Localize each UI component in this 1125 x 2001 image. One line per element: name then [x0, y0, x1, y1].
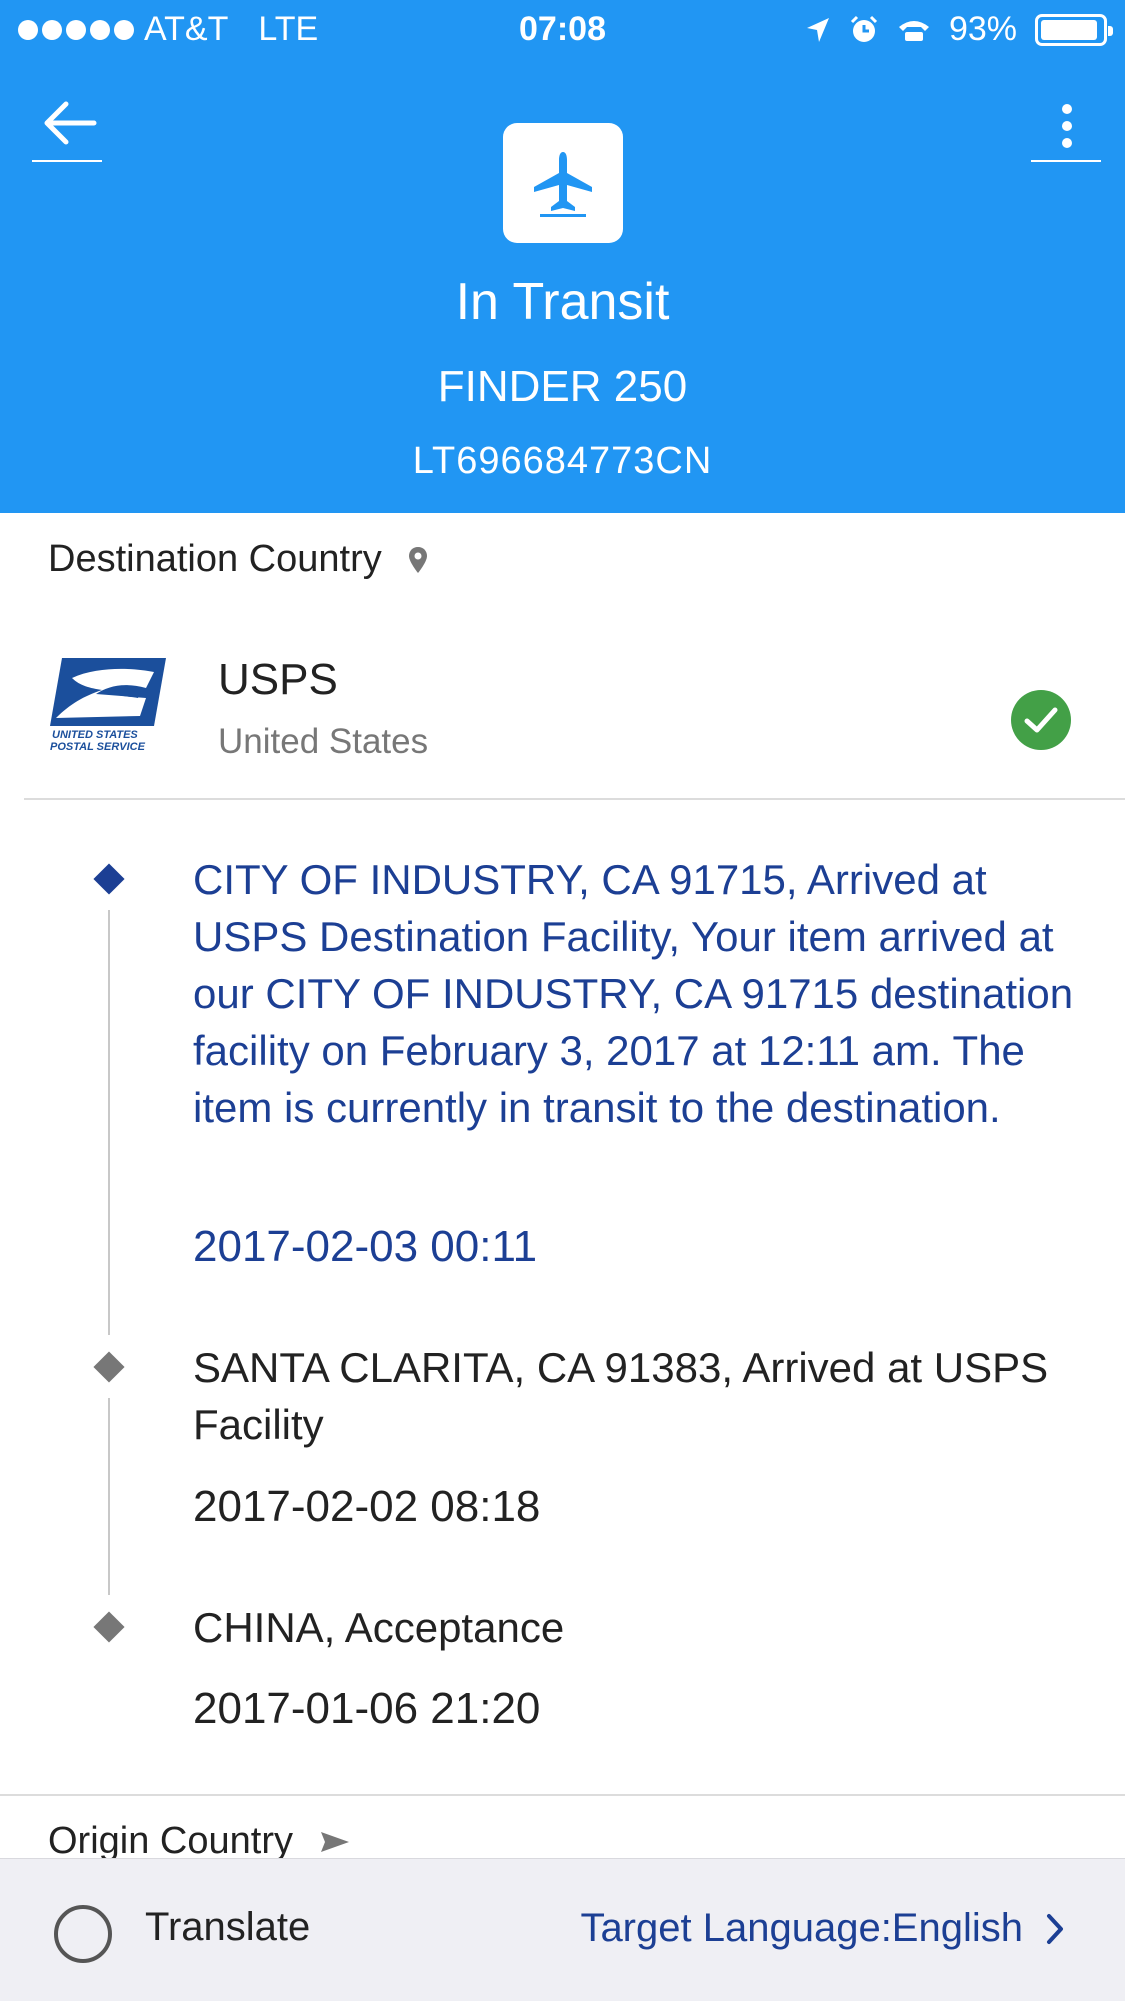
- logo-text-line2: POSTAL SERVICE: [50, 741, 146, 753]
- transit-status-badge: [503, 123, 623, 243]
- checkmark-icon: [1011, 690, 1071, 750]
- event-description: CHINA, Acceptance: [193, 1604, 565, 1651]
- location-arrow-icon: [806, 17, 829, 42]
- timeline-connector: [108, 1398, 110, 1595]
- target-language-button[interactable]: Target Language:English: [580, 1906, 1065, 1951]
- status-bar: AT&T LTE 07:08 93%: [0, 0, 1125, 62]
- tracking-header: AT&T LTE 07:08 93% In Transit FINDER 250…: [0, 0, 1125, 513]
- tty-icon: [898, 20, 929, 41]
- eagle-logo-icon: UNITED STATES POSTAL SERVICE: [50, 658, 166, 753]
- send-arrow-icon: [320, 1831, 349, 1852]
- destination-country-header: Destination Country: [48, 538, 428, 581]
- shipment-status: In Transit: [455, 273, 670, 331]
- origin-country-header: Origin Country: [48, 1820, 351, 1863]
- usps-logo: UNITED STATES POSTAL SERVICE: [50, 658, 168, 754]
- event-description: CITY OF INDUSTRY, CA 91715, Arrived at U…: [193, 856, 1074, 1131]
- event-time: 2017-01-06 21:20: [193, 1684, 541, 1733]
- tracking-number: LT696684773CN: [412, 440, 713, 482]
- destination-country-label: Destination Country: [48, 538, 382, 580]
- translate-toggle[interactable]: [54, 1905, 112, 1963]
- timeline-marker: [93, 1351, 125, 1383]
- timeline-connector: [108, 910, 110, 1335]
- translate-bar: Translate Target Language:English: [0, 1858, 1125, 2001]
- logo-text-line1: UNITED STATES: [52, 729, 138, 741]
- chevron-right-icon: [1047, 1913, 1063, 1944]
- divider: [0, 1794, 1125, 1796]
- back-arrow-icon: [44, 101, 97, 145]
- event-time: 2017-02-02 08:18: [193, 1482, 541, 1531]
- battery-icon: [1035, 13, 1113, 46]
- translate-label: Translate: [145, 1905, 311, 1949]
- carrier-name: USPS: [218, 655, 338, 704]
- carrier-country: United States: [218, 722, 429, 761]
- back-button[interactable]: [32, 100, 104, 162]
- event-time: 2017-02-03 00:11: [193, 1222, 538, 1271]
- package-name: FINDER 250: [437, 362, 688, 411]
- status-bar-right: 93%: [805, 10, 1113, 49]
- event-description: SANTA CLARITA, CA 91383, Arrived at USPS…: [193, 1344, 1049, 1448]
- divider: [24, 798, 1125, 800]
- carrier-row[interactable]: UNITED STATES POSTAL SERVICE USPS United…: [0, 640, 1125, 800]
- timeline-marker: [93, 1611, 125, 1643]
- timeline-marker-active: [93, 863, 125, 895]
- tracking-detail-screen: AT&T LTE 07:08 93% In Transit FINDER 250…: [0, 0, 1125, 2001]
- battery-percentage: 93%: [948, 10, 1017, 48]
- airplane-icon: [534, 152, 592, 217]
- target-language-label: Target Language:English: [580, 1906, 1023, 1950]
- location-pin-icon: [408, 546, 427, 573]
- origin-country-label: Origin Country: [48, 1820, 293, 1862]
- more-options-button[interactable]: [1031, 100, 1101, 162]
- alarm-icon: [850, 15, 877, 42]
